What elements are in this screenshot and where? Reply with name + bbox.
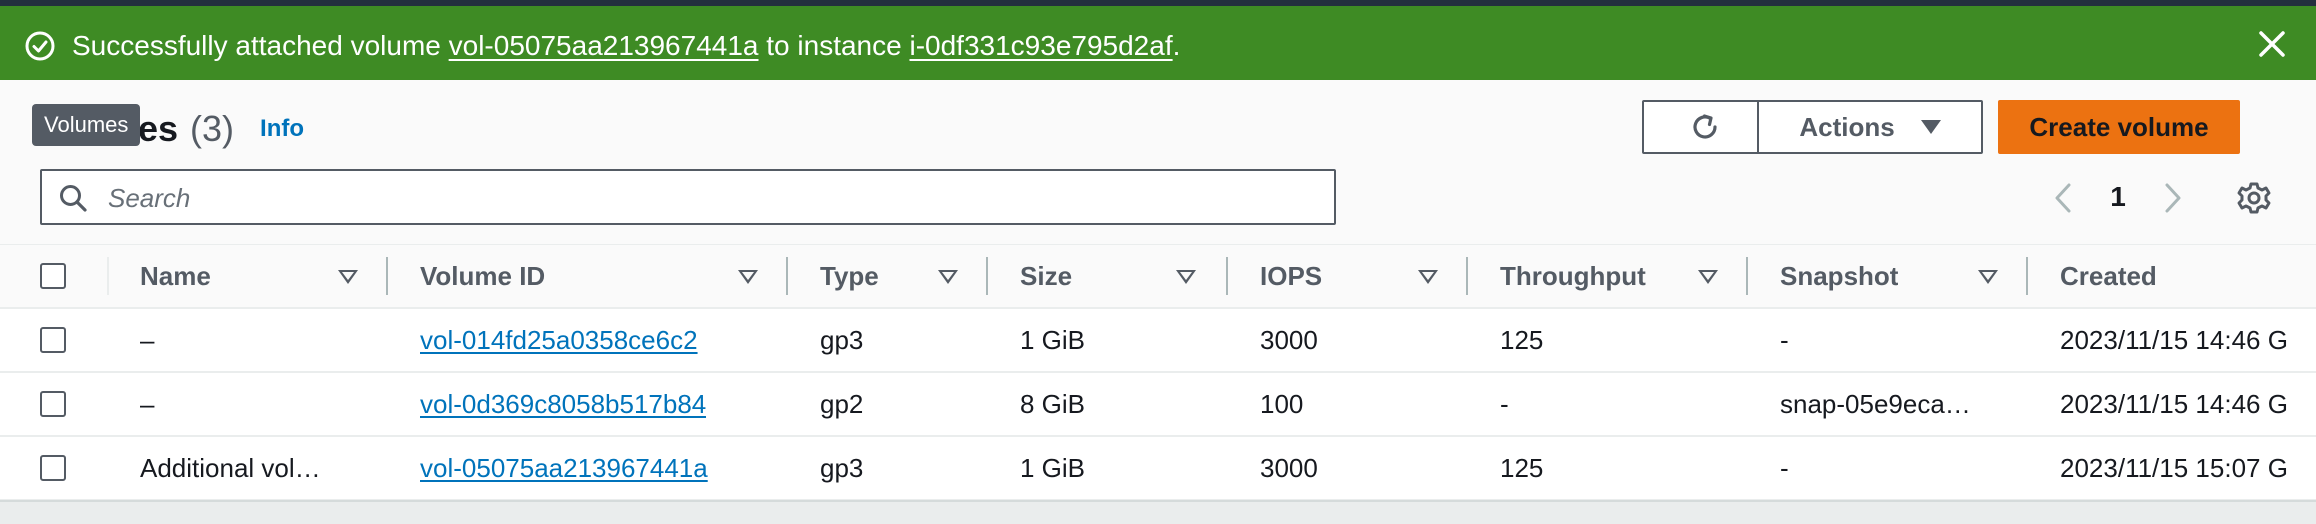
chevron-left-icon[interactable]	[2048, 180, 2078, 216]
cell-type: gp3	[820, 452, 864, 483]
column-divider[interactable]	[2026, 257, 2028, 295]
cell-name: –	[140, 388, 155, 419]
cell-volume-id[interactable]: vol-05075aa213967441a	[420, 437, 708, 499]
column-divider[interactable]	[986, 257, 988, 295]
search-field[interactable]	[40, 169, 1336, 225]
check-circle-icon	[25, 31, 55, 61]
flash-prefix: Successfully attached volume	[72, 30, 449, 61]
cell-volume-id[interactable]: vol-014fd25a0358ce6c2	[420, 309, 698, 371]
caret-down-icon	[1920, 120, 1941, 134]
table-row[interactable]: – vol-0d369c8058b517b84 gp2 8 GiB 100 - …	[0, 373, 2316, 437]
flash-message: Successfully attached volume vol-05075aa…	[72, 28, 1180, 64]
table-header: Name Volume ID Type Size IOPS Throughput…	[0, 245, 2316, 309]
flash-middle: to instance	[758, 30, 910, 61]
column-header-volume-id[interactable]: Volume ID	[420, 245, 545, 307]
cell-iops: 3000	[1260, 324, 1318, 355]
volumes-panel: es (3) Info Volumes Actions Create volum…	[0, 80, 2316, 501]
sort-icon[interactable]	[1418, 270, 1438, 284]
cell-throughput: 125	[1500, 324, 1544, 355]
sort-icon[interactable]	[938, 270, 958, 284]
column-divider[interactable]	[1466, 257, 1468, 295]
column-divider[interactable]	[786, 257, 788, 295]
column-header-throughput[interactable]: Throughput	[1500, 245, 1646, 307]
column-header-type[interactable]: Type	[820, 245, 879, 307]
instance-link[interactable]: i-0df331c93e795d2af	[909, 30, 1172, 61]
cell-throughput: 125	[1500, 452, 1544, 483]
cell-snapshot: snap-05e9eca…	[1780, 388, 1971, 419]
search-icon	[60, 185, 87, 212]
title-count: (3)	[190, 108, 235, 149]
cell-size: 1 GiB	[1020, 324, 1086, 355]
refresh-icon	[1693, 114, 1717, 139]
success-flashbar: Successfully attached volume vol-05075aa…	[0, 6, 2316, 80]
gear-icon[interactable]	[2234, 178, 2274, 218]
flash-suffix: .	[1172, 30, 1181, 61]
cell-created: 2023/11/15 14:46 G	[2060, 324, 2288, 355]
page-number[interactable]: 1	[2098, 179, 2138, 215]
info-link[interactable]: Info	[260, 115, 304, 143]
volumes-tooltip: Volumes	[32, 104, 141, 146]
sort-icon[interactable]	[338, 270, 358, 284]
cell-volume-id[interactable]: vol-0d369c8058b517b84	[420, 373, 706, 435]
row-checkbox[interactable]	[40, 391, 66, 417]
table-row[interactable]: – vol-014fd25a0358ce6c2 gp3 1 GiB 3000 1…	[0, 309, 2316, 373]
row-checkbox[interactable]	[40, 327, 66, 353]
table-row[interactable]: Additional vol… vol-05075aa213967441a gp…	[0, 437, 2316, 501]
column-divider	[107, 257, 109, 295]
column-header-size[interactable]: Size	[1020, 245, 1072, 307]
search-input[interactable]	[106, 177, 1310, 219]
select-all-checkbox[interactable]	[40, 263, 66, 289]
cell-type: gp3	[820, 324, 864, 355]
column-header-created[interactable]: Created	[2060, 245, 2157, 307]
bottom-border	[0, 500, 2316, 524]
actions-button[interactable]: Actions	[1757, 100, 1983, 154]
cell-created: 2023/11/15 15:07 G	[2060, 452, 2288, 483]
cell-name: –	[140, 324, 155, 355]
refresh-button[interactable]	[1642, 100, 1768, 154]
cell-type: gp2	[820, 388, 864, 419]
column-header-name[interactable]: Name	[140, 245, 211, 307]
cell-throughput: -	[1500, 388, 1509, 419]
actions-label: Actions	[1799, 111, 1895, 142]
column-divider[interactable]	[386, 257, 388, 295]
cell-iops: 3000	[1260, 452, 1318, 483]
chevron-right-icon[interactable]	[2158, 180, 2188, 216]
cell-size: 8 GiB	[1020, 388, 1086, 419]
close-icon[interactable]	[2256, 28, 2288, 60]
column-header-snapshot[interactable]: Snapshot	[1780, 245, 1898, 307]
cell-name: Additional vol…	[140, 452, 321, 483]
create-volume-button[interactable]: Create volume	[1998, 100, 2240, 154]
sort-icon[interactable]	[1698, 270, 1718, 284]
cell-iops: 100	[1260, 388, 1304, 419]
column-divider[interactable]	[1746, 257, 1748, 295]
volumes-table: Name Volume ID Type Size IOPS Throughput…	[0, 244, 2316, 501]
sort-icon[interactable]	[738, 270, 758, 284]
volume-link[interactable]: vol-05075aa213967441a	[449, 30, 759, 61]
create-volume-label: Create volume	[2029, 111, 2209, 142]
column-divider[interactable]	[1226, 257, 1228, 295]
sort-icon[interactable]	[1176, 270, 1196, 284]
column-header-iops[interactable]: IOPS	[1260, 245, 1322, 307]
row-checkbox[interactable]	[40, 455, 66, 481]
cell-snapshot: -	[1780, 452, 1789, 483]
title-text: es	[138, 108, 179, 149]
cell-snapshot: -	[1780, 324, 1789, 355]
sort-icon[interactable]	[1978, 270, 1998, 284]
cell-created: 2023/11/15 14:46 G	[2060, 388, 2288, 419]
cell-size: 1 GiB	[1020, 452, 1086, 483]
